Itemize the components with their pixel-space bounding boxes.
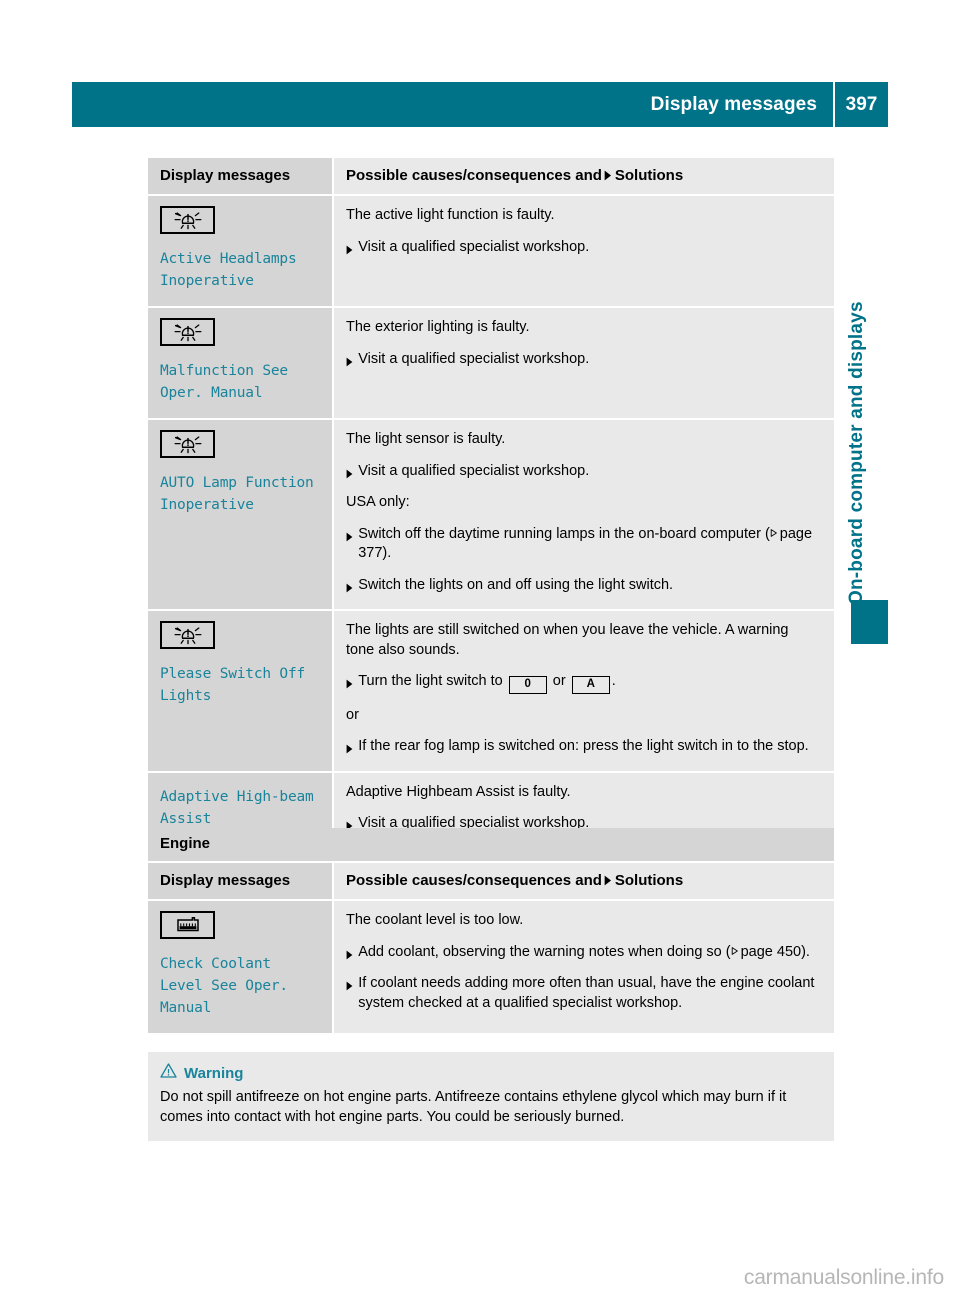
light-switch-off-key: 0 (508, 675, 547, 694)
coolant-level-icon (160, 911, 215, 939)
solution-triangle-icon (604, 168, 612, 185)
solution-step: Add coolant, observing the warning notes… (346, 943, 820, 963)
message-cell: Active Headlamps Inoperative (148, 196, 334, 306)
table-row: Active Headlamps Inoperative The active l… (148, 196, 834, 308)
solution-triangle-icon (346, 978, 353, 998)
engine-messages-table: Engine Display messages Possible causes/co… (148, 828, 834, 1033)
step-tail-text: ). (801, 943, 810, 960)
message-cell: Check Coolant Level See Oper. Manual (148, 901, 334, 1033)
solution-triangle-icon (346, 580, 353, 600)
page-title: Display messages (650, 93, 817, 115)
column-header-causes-solutions: Possible causes/consequences and Solution… (334, 863, 834, 899)
display-message-text: Malfunction See Oper. Manual (160, 363, 288, 401)
solution-triangle-icon (346, 947, 353, 967)
headlamp-warning-icon (160, 206, 215, 234)
solution-step: If coolant needs adding more often than … (346, 974, 820, 1013)
solution-step-text: Visit a qualified specialist workshop. (358, 350, 590, 367)
lights-messages-table: Display messages Possible causes/conseque… (148, 158, 834, 866)
solution-step: Switch the lights on and off using the l… (346, 576, 820, 596)
headlamp-warning-icon (160, 318, 215, 346)
display-message-text: Check Coolant Level See Oper. Manual (160, 956, 288, 1016)
page-number: 397 (845, 93, 878, 115)
headlamp-warning-icon (160, 430, 215, 458)
warning-title: Warning (184, 1064, 244, 1082)
solution-step: Visit a qualified specialist workshop. (346, 350, 820, 370)
cause-text: The coolant level is too low. (346, 912, 524, 928)
causes-solutions-cell: The light sensor is faulty. Visit a quali… (334, 420, 834, 609)
message-cell: AUTO Lamp Function Inoperative (148, 420, 334, 609)
column-header-suffix: Solutions (614, 872, 684, 889)
solution-step-text: Add coolant, observing the warning notes… (358, 943, 820, 963)
warning-triangle-icon (160, 1063, 177, 1083)
solution-step-text: Turn the light switch to 0 or A. (358, 672, 820, 694)
chapter-side-label: On-board computer and displays (846, 301, 867, 605)
page-ref-arrow-icon (731, 943, 739, 963)
causes-solutions-cell: The active light function is faulty. Visi… (334, 196, 834, 306)
display-message-text: Active Headlamps Inoperative (160, 251, 297, 289)
causes-solutions-cell: The coolant level is too low. Add coolant… (334, 901, 834, 1033)
message-cell: Malfunction See Oper. Manual (148, 308, 334, 418)
step-tail-text: ). (382, 545, 392, 561)
cause-text: The active light function is faulty. (346, 207, 555, 223)
table-row: Check Coolant Level See Oper. Manual The … (148, 901, 834, 1033)
solution-step-text: Visit a qualified specialist workshop. (358, 462, 590, 479)
column-header-prefix: Possible causes/consequences and (346, 872, 602, 889)
page-reference-link[interactable]: page 450 (741, 944, 801, 960)
table-row: Please Switch Off Lights The lights are s… (148, 611, 834, 773)
step-conjunction-text: or (552, 673, 566, 689)
solution-step: Visit a qualified specialist workshop. (346, 462, 820, 482)
solution-triangle-icon (346, 529, 353, 549)
solution-triangle-icon (346, 741, 353, 761)
note-text: USA only: (346, 494, 410, 510)
solution-step: If the rear fog lamp is switched on: pre… (346, 737, 820, 757)
light-switch-auto-key: A (571, 675, 610, 694)
step-lead-text: Add coolant, observing the warning notes… (358, 943, 731, 960)
table-row: AUTO Lamp Function Inoperative The light … (148, 420, 834, 611)
cause-text: The light sensor is faulty. (346, 431, 506, 447)
solution-triangle-icon (346, 354, 353, 374)
solution-step: Visit a qualified specialist workshop. (346, 238, 820, 258)
page-header-bar: Display messages 397 (72, 82, 888, 127)
solution-step-text: Switch off the daytime running lamps in … (358, 525, 820, 564)
solution-step-text: If coolant needs adding more often than … (358, 975, 815, 1011)
solution-triangle-icon (346, 242, 353, 262)
table-header-row: Display messages Possible causes/conseque… (148, 158, 834, 196)
warning-text: Do not spill antifreeze on hot engine pa… (160, 1089, 787, 1125)
solution-step-text: If the rear fog lamp is switched on: pre… (358, 738, 809, 755)
column-header-causes-solutions: Possible causes/consequences and Solution… (334, 158, 834, 194)
table-section-title: Engine (148, 828, 834, 863)
display-message-text: AUTO Lamp Function Inoperative (160, 475, 314, 513)
display-message-text: Please Switch Off Lights (160, 666, 306, 704)
column-header-suffix: Solutions (614, 167, 684, 184)
site-watermark: carmanualsonline.info (743, 1266, 944, 1289)
solution-step-text: Switch the lights on and off using the l… (358, 576, 674, 593)
page-ref-arrow-icon (770, 525, 778, 545)
step-lead-text: Switch off the daytime running lamps in … (358, 525, 770, 542)
warning-header: Warning (160, 1063, 820, 1083)
solution-step: Switch off the daytime running lamps in … (346, 525, 820, 564)
message-cell: Please Switch Off Lights (148, 611, 334, 771)
column-header-display-messages: Display messages (148, 863, 334, 899)
headlamp-warning-icon (160, 621, 215, 649)
cause-text: Adaptive Highbeam Assist is faulty. (346, 783, 571, 800)
solution-triangle-icon (604, 873, 612, 890)
causes-solutions-cell: The exterior lighting is faulty. Visit a … (334, 308, 834, 418)
column-header-display-messages: Display messages (148, 158, 334, 194)
chapter-side-tab (851, 600, 888, 644)
table-row: Malfunction See Oper. Manual The exterior… (148, 308, 834, 420)
step-tail-text: . (611, 673, 616, 689)
warning-block: Warning Do not spill antifreeze on hot e… (148, 1052, 834, 1141)
causes-solutions-cell: The lights are still switched on when yo… (334, 611, 834, 771)
cause-text: The exterior lighting is faulty. (346, 319, 530, 335)
solution-step: Turn the light switch to 0 or A. (346, 672, 820, 694)
step-lead-text: Turn the light switch to (358, 673, 503, 689)
solution-step-text: Visit a qualified specialist workshop. (358, 238, 590, 255)
column-header-prefix: Possible causes/consequences and (346, 167, 602, 184)
solution-triangle-icon (346, 466, 353, 486)
cause-text: The lights are still switched on when yo… (346, 622, 789, 658)
note-text: or (346, 706, 359, 723)
table-header-row: Display messages Possible causes/conseque… (148, 863, 834, 901)
solution-triangle-icon (346, 676, 353, 696)
